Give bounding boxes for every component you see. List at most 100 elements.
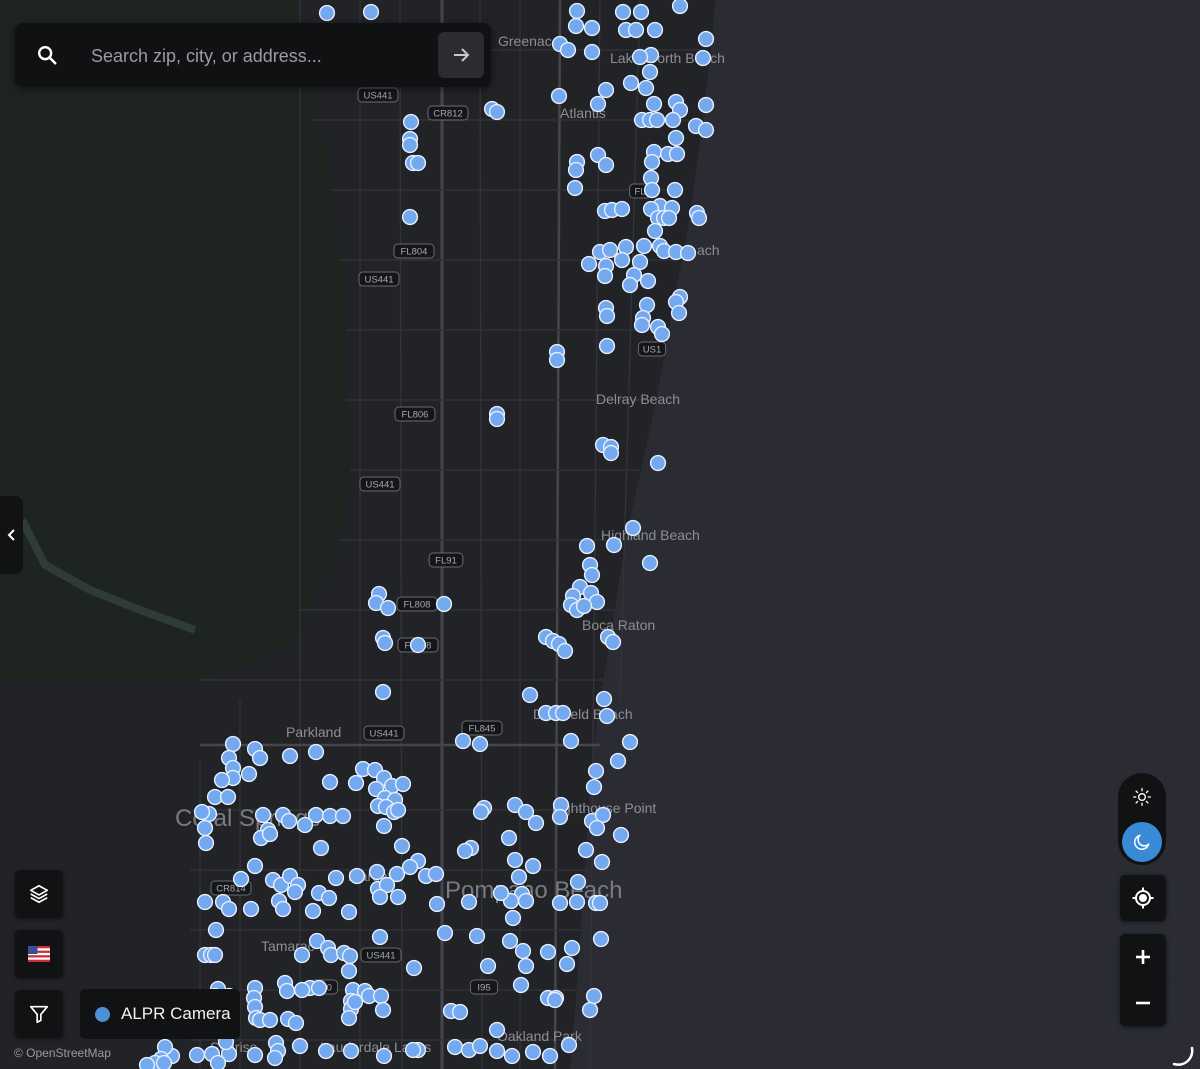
camera-marker[interactable] (375, 817, 393, 835)
camera-marker[interactable] (340, 1009, 358, 1027)
camera-marker[interactable] (598, 307, 616, 325)
camera-marker[interactable] (232, 870, 250, 888)
camera-marker[interactable] (566, 179, 584, 197)
camera-marker[interactable] (639, 272, 657, 290)
camera-marker[interactable] (548, 351, 566, 369)
camera-marker[interactable] (246, 857, 264, 875)
camera-marker[interactable] (388, 865, 406, 883)
map-canvas[interactable]: GreenacLake Worth BeachAtlantisachDelray… (0, 0, 1200, 1069)
camera-marker[interactable] (643, 153, 661, 171)
camera-marker[interactable] (280, 812, 298, 830)
camera-marker[interactable] (334, 807, 352, 825)
zoom-out-button[interactable] (1120, 980, 1166, 1026)
camera-marker[interactable] (588, 819, 606, 837)
camera-marker[interactable] (409, 636, 427, 654)
camera-marker[interactable] (251, 749, 269, 767)
camera-marker[interactable] (342, 1042, 360, 1060)
camera-marker[interactable] (220, 900, 238, 918)
camera-marker[interactable] (468, 927, 486, 945)
camera-marker[interactable] (451, 1003, 469, 1021)
camera-marker[interactable] (266, 1049, 284, 1067)
camera-marker[interactable] (593, 853, 611, 871)
camera-marker[interactable] (697, 121, 715, 139)
camera-marker[interactable] (206, 946, 224, 964)
camera-marker[interactable] (581, 1001, 599, 1019)
camera-marker[interactable] (446, 1038, 464, 1056)
camera-marker[interactable] (372, 987, 390, 1005)
camera-marker[interactable] (559, 41, 577, 59)
camera-marker[interactable] (327, 869, 345, 887)
camera-marker[interactable] (521, 686, 539, 704)
camera-marker[interactable] (595, 690, 613, 708)
camera-marker[interactable] (454, 732, 472, 750)
zoom-in-button[interactable] (1120, 934, 1166, 980)
camera-marker[interactable] (242, 900, 260, 918)
camera-marker[interactable] (646, 21, 664, 39)
camera-marker[interactable] (375, 1047, 393, 1065)
camera-marker[interactable] (428, 895, 446, 913)
camera-marker[interactable] (219, 788, 237, 806)
camera-marker[interactable] (589, 95, 607, 113)
camera-marker[interactable] (393, 837, 411, 855)
camera-marker[interactable] (501, 932, 519, 950)
camera-marker[interactable] (312, 839, 330, 857)
camera-marker[interactable] (488, 103, 506, 121)
camera-marker[interactable] (193, 803, 211, 821)
camera-marker[interactable] (598, 707, 616, 725)
camera-marker[interactable] (567, 161, 585, 179)
camera-marker[interactable] (577, 841, 595, 859)
camera-marker[interactable] (261, 1011, 279, 1029)
camera-marker[interactable] (653, 325, 671, 343)
camera-marker[interactable] (632, 3, 650, 21)
camera-marker[interactable] (348, 867, 366, 885)
camera-marker[interactable] (631, 48, 649, 66)
region-button[interactable] (15, 930, 63, 978)
camera-marker[interactable] (613, 251, 631, 269)
camera-marker[interactable] (635, 237, 653, 255)
camera-marker[interactable] (274, 900, 292, 918)
camera-marker[interactable] (138, 1056, 156, 1069)
search-icon[interactable] (36, 44, 58, 66)
camera-marker[interactable] (278, 982, 296, 1000)
camera-marker[interactable] (597, 81, 615, 99)
sidebar-toggle-button[interactable] (0, 496, 23, 574)
camera-marker[interactable] (524, 1043, 542, 1061)
camera-marker[interactable] (550, 87, 568, 105)
camera-marker[interactable] (569, 873, 587, 891)
camera-marker[interactable] (591, 894, 609, 912)
camera-marker[interactable] (597, 156, 615, 174)
camera-marker[interactable] (317, 1042, 335, 1060)
camera-marker[interactable] (320, 889, 338, 907)
camera-marker[interactable] (633, 316, 651, 334)
camera-marker[interactable] (679, 244, 697, 262)
camera-marker[interactable] (666, 181, 684, 199)
camera-marker[interactable] (347, 774, 365, 792)
camera-marker[interactable] (605, 536, 623, 554)
search-input[interactable] (89, 41, 443, 71)
camera-marker[interactable] (562, 732, 580, 750)
camera-marker[interactable] (207, 921, 225, 939)
camera-marker[interactable] (646, 222, 664, 240)
camera-marker[interactable] (404, 1041, 422, 1059)
camera-marker[interactable] (503, 1047, 521, 1065)
camera-marker[interactable] (471, 1037, 489, 1055)
camera-marker[interactable] (568, 893, 586, 911)
camera-marker[interactable] (293, 981, 311, 999)
camera-marker[interactable] (492, 884, 510, 902)
dark-mode-button[interactable] (1122, 822, 1162, 862)
camera-marker[interactable] (660, 209, 678, 227)
camera-marker[interactable] (585, 987, 603, 1005)
camera-marker[interactable] (341, 947, 359, 965)
camera-marker[interactable] (488, 410, 506, 428)
camera-marker[interactable] (376, 634, 394, 652)
camera-marker[interactable] (664, 111, 682, 129)
camera-marker[interactable] (500, 829, 518, 847)
camera-marker[interactable] (456, 842, 474, 860)
camera-marker[interactable] (546, 991, 564, 1009)
camera-marker[interactable] (293, 946, 311, 964)
camera-marker[interactable] (598, 337, 616, 355)
camera-marker[interactable] (155, 1054, 173, 1069)
camera-marker[interactable] (668, 145, 686, 163)
camera-marker[interactable] (196, 893, 214, 911)
camera-marker[interactable] (471, 735, 489, 753)
